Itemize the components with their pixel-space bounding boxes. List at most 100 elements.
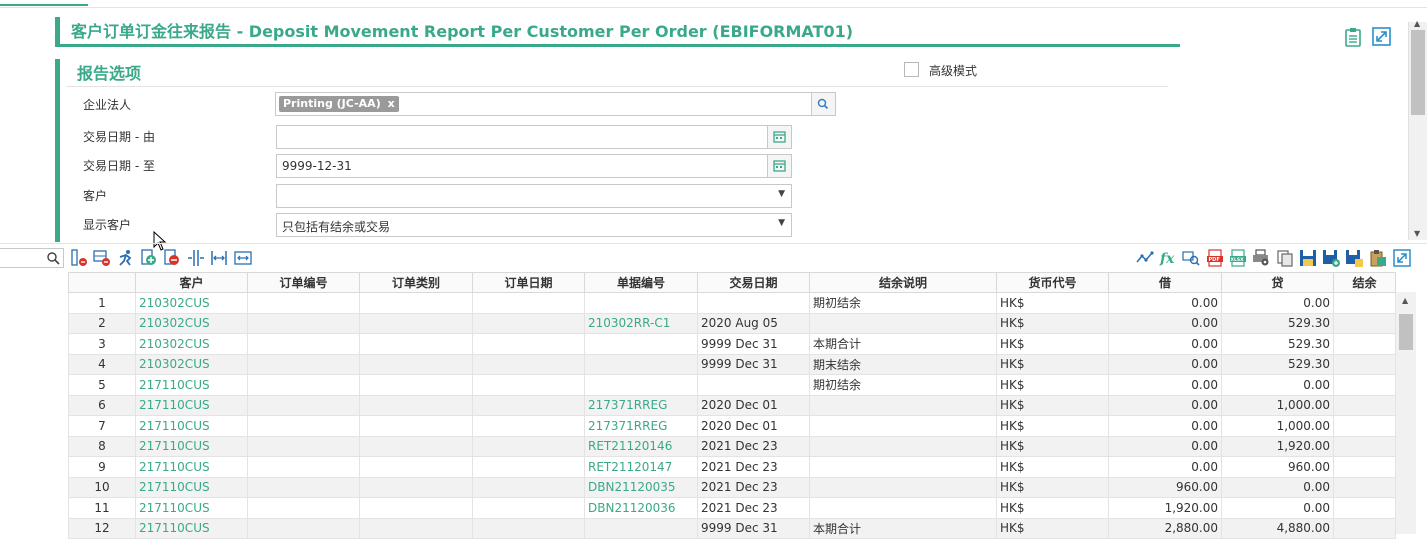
customer-select[interactable]: ▼ xyxy=(276,184,792,208)
row-number: 6 xyxy=(68,394,136,416)
cell-order-type xyxy=(359,435,473,457)
cell-doc-no[interactable]: RET21120147 xyxy=(584,456,698,478)
column-header-customer[interactable]: 客户 xyxy=(135,272,248,293)
cell-doc-no[interactable] xyxy=(584,333,698,355)
page-scrollbar[interactable]: ▲ ▼ xyxy=(1408,19,1427,240)
cell-customer[interactable]: 217110CUS xyxy=(135,497,248,519)
column-header-credit[interactable]: 贷 xyxy=(1221,272,1334,293)
cell-doc-no[interactable] xyxy=(584,374,698,396)
cell-doc-no[interactable]: DBN21120036 xyxy=(584,497,698,519)
scroll-down-icon[interactable]: ▼ xyxy=(1414,229,1420,238)
cell-order-type xyxy=(359,517,473,539)
table-row[interactable]: 10 217110CUS DBN21120035 2021 Dec 23 HK$ 960.… xyxy=(68,476,1396,498)
scrollbar-thumb[interactable] xyxy=(1411,30,1425,115)
fit-width-icon[interactable] xyxy=(210,249,228,267)
advanced-mode-checkbox[interactable] xyxy=(904,62,919,77)
column-header-doc-no[interactable]: 单据编号 xyxy=(584,272,698,293)
column-header-balance[interactable]: 结余 xyxy=(1333,272,1396,293)
save-settings-icon[interactable] xyxy=(1345,249,1363,267)
table-row[interactable]: 12 217110CUS 9999 Dec 31 本期合计 HK$ 2,880.00 4,8… xyxy=(68,517,1396,539)
table-row[interactable]: 6 217110CUS 217371RREG 2020 Dec 01 HK$ 0.00 1,… xyxy=(68,394,1396,416)
cell-customer[interactable]: 217110CUS xyxy=(135,476,248,498)
show-customer-select[interactable]: 只包括有结余或交易 ▼ xyxy=(276,213,792,237)
cell-customer[interactable]: 210302CUS xyxy=(135,292,248,314)
grid-search-input[interactable] xyxy=(0,248,64,268)
table-row[interactable]: 8 217110CUS RET21120146 2021 Dec 23 HK$ 0.00 1… xyxy=(68,435,1396,457)
cell-doc-no[interactable]: 217371RREG xyxy=(584,415,698,437)
table-row[interactable]: 1 210302CUS 期初结余 HK$ 0.00 0.00 xyxy=(68,292,1396,314)
add-page-icon[interactable] xyxy=(140,249,158,267)
cell-customer[interactable]: 217110CUS xyxy=(135,435,248,457)
remove-column-icon[interactable] xyxy=(70,249,88,267)
calendar-button[interactable] xyxy=(767,155,791,177)
cell-customer[interactable]: 217110CUS xyxy=(135,456,248,478)
cell-order-no xyxy=(247,312,360,334)
cell-customer[interactable]: 217110CUS xyxy=(135,517,248,539)
save-icon[interactable] xyxy=(1299,249,1317,267)
cell-txn-date: 9999 Dec 31 xyxy=(697,333,810,355)
column-header-debit[interactable]: 借 xyxy=(1108,272,1222,293)
paste-icon[interactable] xyxy=(1369,249,1387,267)
cell-balance xyxy=(1333,456,1396,478)
table-row[interactable]: 9 217110CUS RET21120147 2021 Dec 23 HK$ 0.00 9… xyxy=(68,456,1396,478)
print-settings-icon[interactable] xyxy=(1252,249,1270,267)
svg-text:XLSX: XLSX xyxy=(1231,257,1245,263)
column-header-order-type[interactable]: 订单类别 xyxy=(359,272,473,293)
remove-page-icon[interactable] xyxy=(163,249,181,267)
scrollbar-thumb[interactable] xyxy=(1399,314,1413,350)
column-header-txn-date[interactable]: 交易日期 xyxy=(697,272,810,293)
formula-icon[interactable]: fx xyxy=(1159,249,1177,267)
cell-doc-no[interactable]: RET21120146 xyxy=(584,435,698,457)
zoom-icon[interactable] xyxy=(1182,249,1200,267)
run-icon[interactable] xyxy=(117,249,135,267)
column-header-currency[interactable]: 货币代号 xyxy=(996,272,1109,293)
cell-doc-no[interactable] xyxy=(584,353,698,375)
trend-icon[interactable] xyxy=(1136,249,1154,267)
cell-customer[interactable]: 210302CUS xyxy=(135,353,248,375)
pdf-icon[interactable]: PDF xyxy=(1206,249,1224,267)
cell-balance-desc xyxy=(809,394,997,416)
cell-currency: HK$ xyxy=(996,517,1109,539)
cell-customer[interactable]: 217110CUS xyxy=(135,415,248,437)
clipboard-icon[interactable] xyxy=(1344,27,1362,47)
cell-customer[interactable]: 217110CUS xyxy=(135,394,248,416)
cell-doc-no[interactable] xyxy=(584,517,698,539)
cell-doc-no[interactable]: DBN21120035 xyxy=(584,476,698,498)
cell-credit: 1,000.00 xyxy=(1221,415,1334,437)
fullscreen-icon[interactable] xyxy=(1393,249,1411,267)
table-row[interactable]: 2 210302CUS 210302RR-C1 2020 Aug 05 HK$ 0.00 5… xyxy=(68,312,1396,334)
cell-doc-no[interactable] xyxy=(584,292,698,314)
date-to-field[interactable]: 9999-12-31 xyxy=(276,154,792,178)
cell-debit: 0.00 xyxy=(1108,415,1222,437)
cell-customer[interactable]: 210302CUS xyxy=(135,333,248,355)
column-header-order-no[interactable]: 订单编号 xyxy=(247,272,360,293)
split-columns-icon[interactable] xyxy=(187,249,205,267)
save-as-icon[interactable] xyxy=(1322,249,1340,267)
cell-credit: 1,000.00 xyxy=(1221,394,1334,416)
date-from-field[interactable] xyxy=(276,125,792,149)
cell-customer[interactable]: 217110CUS xyxy=(135,374,248,396)
cell-doc-no[interactable]: 210302RR-C1 xyxy=(584,312,698,334)
table-row[interactable]: 11 217110CUS DBN21120036 2021 Dec 23 HK$ 1,92… xyxy=(68,497,1396,519)
copy-icon[interactable] xyxy=(1276,249,1294,267)
expand-icon[interactable] xyxy=(1372,27,1391,46)
grid-scrollbar[interactable]: ▲ xyxy=(1396,292,1416,534)
table-row[interactable]: 4 210302CUS 9999 Dec 31 期末结余 HK$ 0.00 529.30 xyxy=(68,353,1396,375)
scroll-up-icon[interactable]: ▲ xyxy=(1402,296,1408,305)
entity-search-button[interactable] xyxy=(811,93,835,115)
cell-customer[interactable]: 210302CUS xyxy=(135,312,248,334)
calendar-button[interactable] xyxy=(767,126,791,148)
column-header-order-date[interactable]: 订单日期 xyxy=(472,272,585,293)
cell-debit: 0.00 xyxy=(1108,292,1222,314)
table-row[interactable]: 5 217110CUS 期初结余 HK$ 0.00 0.00 xyxy=(68,374,1396,396)
column-header-balance-desc[interactable]: 结余说明 xyxy=(809,272,997,293)
cell-doc-no[interactable]: 217371RREG xyxy=(584,394,698,416)
remove-row-icon[interactable] xyxy=(93,249,111,267)
entity-field[interactable]: Printing (JC-AA) x xyxy=(275,92,836,116)
table-row[interactable]: 3 210302CUS 9999 Dec 31 本期合计 HK$ 0.00 529.30 xyxy=(68,333,1396,355)
merge-cells-icon[interactable] xyxy=(234,249,252,267)
tag-remove-button[interactable]: x xyxy=(388,97,395,110)
table-row[interactable]: 7 217110CUS 217371RREG 2020 Dec 01 HK$ 0.00 1,… xyxy=(68,415,1396,437)
xlsx-icon[interactable]: XLSX xyxy=(1229,249,1247,267)
scroll-up-icon[interactable]: ▲ xyxy=(1414,19,1420,28)
